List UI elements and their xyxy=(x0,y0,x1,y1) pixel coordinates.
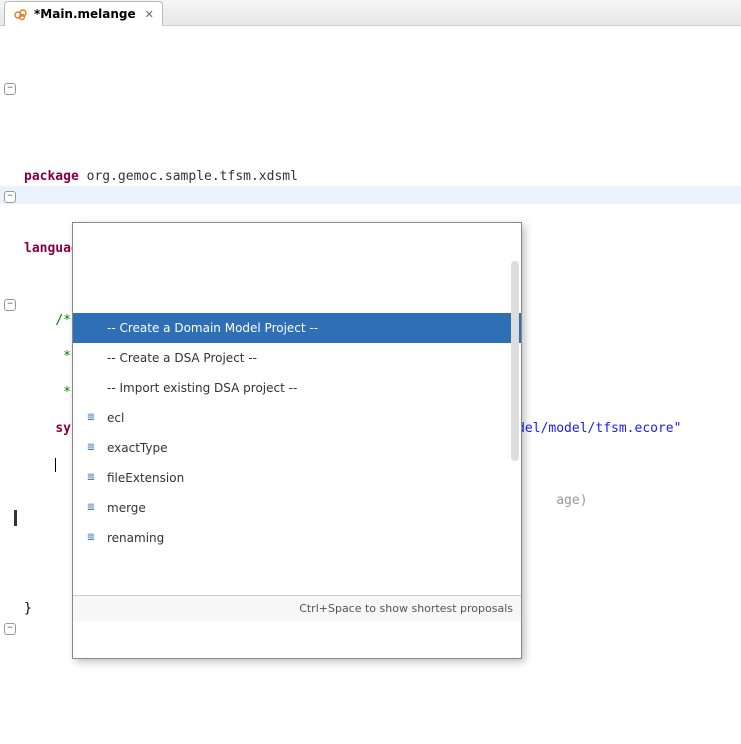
tab-bar: *Main.melange ✕ xyxy=(0,0,741,26)
scrollbar[interactable] xyxy=(511,261,519,461)
proposal-label: renaming xyxy=(107,529,164,547)
hint-text: age) xyxy=(556,493,587,508)
proposal-item[interactable]: -- Create a DSA Project -- xyxy=(73,343,521,373)
proposal-label: fileExtension xyxy=(107,469,184,487)
proposal-item[interactable]: ≣ fileExtension xyxy=(73,463,521,493)
property-icon: ≣ xyxy=(83,440,99,456)
proposal-item[interactable]: ≣ merge xyxy=(73,493,521,523)
proposal-label: merge xyxy=(107,499,146,517)
proposal-item[interactable]: -- Import existing DSA project -- xyxy=(73,373,521,403)
fold-icon[interactable] xyxy=(4,623,16,635)
proposal-label: -- Import existing DSA project -- xyxy=(107,379,297,397)
tab-title: *Main.melange xyxy=(34,7,136,21)
text-caret xyxy=(55,458,56,472)
proposal-item[interactable]: ≣ exactType xyxy=(73,433,521,463)
property-icon: ≣ xyxy=(83,470,99,486)
editor-tab[interactable]: *Main.melange ✕ xyxy=(4,1,163,26)
property-icon: ≣ xyxy=(83,410,99,426)
template-icon xyxy=(83,350,99,366)
proposal-item[interactable]: ≣ renaming xyxy=(73,523,521,553)
property-icon: ≣ xyxy=(83,500,99,516)
fold-icon[interactable] xyxy=(4,299,16,311)
template-icon xyxy=(83,380,99,396)
package-name: org.gemoc.sample.tfsm.xdsml xyxy=(87,169,298,184)
gutter xyxy=(0,42,18,672)
current-line-highlight xyxy=(0,186,741,204)
fold-icon[interactable] xyxy=(4,83,16,95)
keyword: package xyxy=(24,169,79,184)
content-assist-popup: -- Create a Domain Model Project -- -- Cr… xyxy=(72,222,522,659)
proposal-label: ecl xyxy=(107,409,124,427)
close-icon[interactable]: ✕ xyxy=(141,8,154,21)
fold-icon[interactable] xyxy=(4,191,16,203)
popup-footer: Ctrl+Space to show shortest proposals xyxy=(73,595,521,622)
proposal-item[interactable]: -- Create a Domain Model Project -- xyxy=(73,313,521,343)
property-icon: ≣ xyxy=(83,530,99,546)
proposal-label: -- Create a DSA Project -- xyxy=(107,349,257,367)
proposal-list: -- Create a Domain Model Project -- -- Cr… xyxy=(73,259,521,559)
close-brace: } xyxy=(24,601,32,616)
proposal-label: exactType xyxy=(107,439,168,457)
proposal-label: -- Create a Domain Model Project -- xyxy=(107,319,318,337)
change-marker xyxy=(14,510,17,526)
melange-file-icon xyxy=(13,6,29,22)
proposal-item[interactable]: ≣resource xyxy=(73,553,521,559)
comment: /* xyxy=(55,313,71,328)
proposal-item[interactable]: ≣ ecl xyxy=(73,403,521,433)
template-icon xyxy=(83,320,99,336)
code-editor[interactable]: package org.gemoc.sample.tfsm.xdsml lang… xyxy=(0,26,741,744)
